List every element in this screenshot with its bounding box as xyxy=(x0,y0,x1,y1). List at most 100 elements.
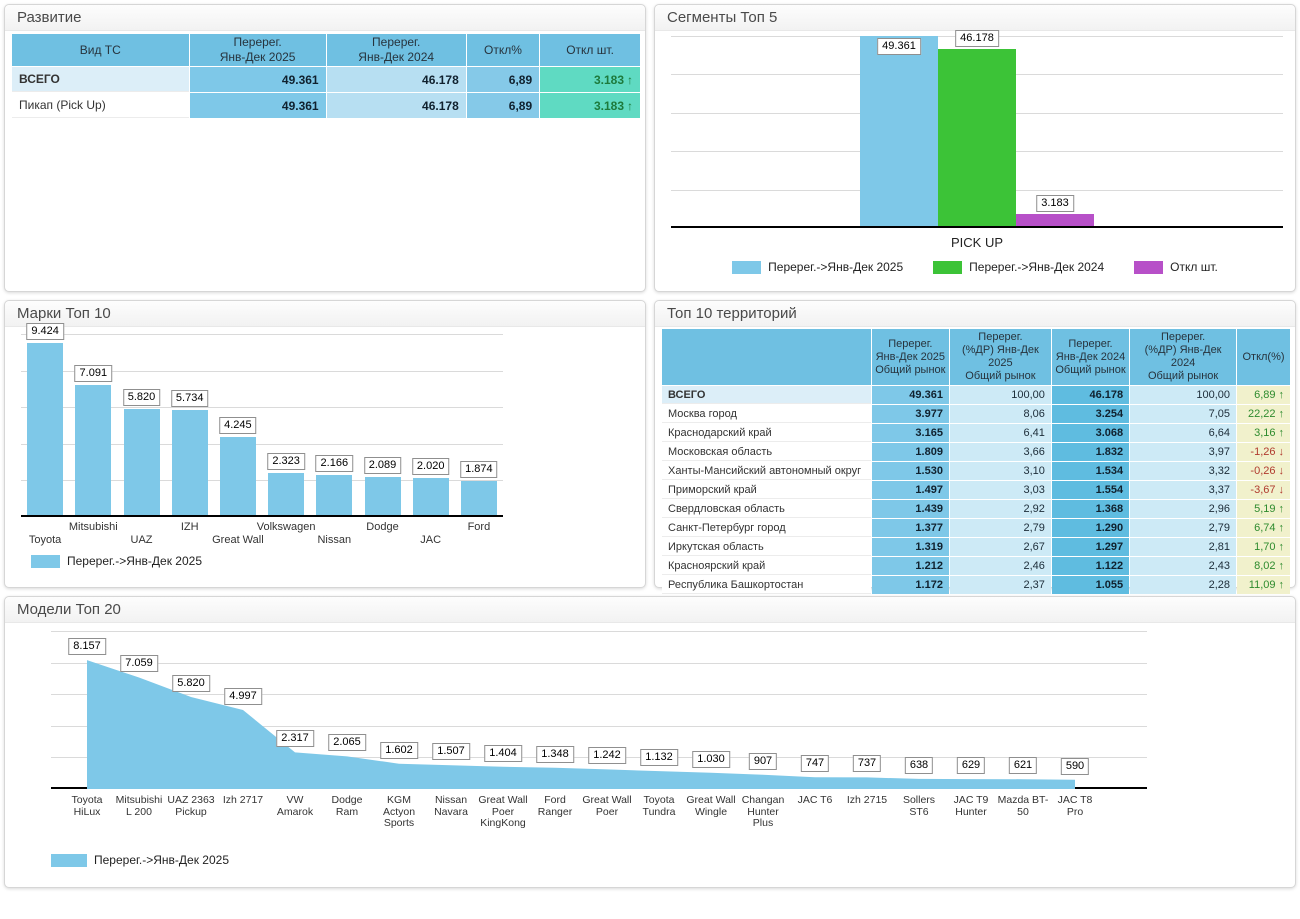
x-axis-label: JAC T6 xyxy=(789,795,841,807)
razvitie-table: Вид ТСПеререг. Янв-Дек 2025Перерег. Янв-… xyxy=(11,33,641,119)
territory-name: Иркутская область xyxy=(662,538,871,556)
data-label: 2.089 xyxy=(364,457,402,474)
arrow-down-icon: ↓ xyxy=(1279,446,1285,458)
x-axis-label: Dodge Ram xyxy=(321,795,373,818)
bar-ford[interactable] xyxy=(461,481,497,515)
territories-header-cell[interactable]: Откл(%) xyxy=(1237,329,1290,385)
legend-swatch xyxy=(933,261,962,274)
razvitie-row[interactable]: ВСЕГО49.36146.1786,893.183↑ xyxy=(12,67,640,92)
share-2024: 6,64 xyxy=(1130,424,1236,442)
share-2025: 2,46 xyxy=(950,557,1051,575)
territory-row[interactable]: Москва город3.9778,063.2547,0522,22↑ xyxy=(662,405,1290,423)
territory-row[interactable]: Санкт-Петербург город1.3772,791.2902,796… xyxy=(662,519,1290,537)
territories-header-cell[interactable] xyxy=(662,329,871,385)
panel-territories-top10: Топ 10 территорий Перерег. Янв-Дек 2025 … xyxy=(654,300,1296,588)
legend-label: Перерег.->Янв-Дек 2025 xyxy=(94,853,229,867)
arrow-up-icon: ↑ xyxy=(1279,408,1285,420)
territory-name: Москва город xyxy=(662,405,871,423)
deviation-pct: 5,19↑ xyxy=(1237,500,1290,518)
data-label: 2.020 xyxy=(412,458,450,475)
x-axis-label: VW Amarok xyxy=(269,795,321,818)
bar-2025[interactable] xyxy=(860,36,938,226)
bar-uaz[interactable] xyxy=(124,409,160,516)
deviation-units-value: 3.183 xyxy=(594,99,624,113)
territory-row[interactable]: Краснодарский край3.1656,413.0686,643,16… xyxy=(662,424,1290,442)
bar-mitsubishi[interactable] xyxy=(75,385,111,515)
deviation-pct: 22,22↑ xyxy=(1237,405,1290,423)
data-label: 3.183 xyxy=(1036,195,1074,212)
territories-header-cell[interactable]: Перерег. Янв-Дек 2024 Общий рынок xyxy=(1052,329,1129,385)
territories-header-cell[interactable]: Перерег. (%ДР) Янв-Дек 2025 Общий рынок xyxy=(950,329,1051,385)
legend-swatch xyxy=(1134,261,1163,274)
territory-row[interactable]: ВСЕГО49.361100,0046.178100,006,89↑ xyxy=(662,386,1290,404)
share-2025: 3,66 xyxy=(950,443,1051,461)
data-label: 1.602 xyxy=(380,742,418,759)
razvitie-header-cell[interactable]: Откл% xyxy=(467,34,539,66)
territory-name: Приморский край xyxy=(662,481,871,499)
bar-volkswagen[interactable] xyxy=(268,473,304,516)
deviation-pct: 6,89 xyxy=(467,67,539,92)
data-label: 621 xyxy=(1009,757,1037,774)
share-2025: 100,00 xyxy=(950,386,1051,404)
data-label: 590 xyxy=(1061,758,1089,775)
share-2024: 3,32 xyxy=(1130,462,1236,480)
value-2024: 1.832 xyxy=(1052,443,1129,461)
chart-legend: Перерег.->Янв-Дек 2025 xyxy=(31,554,202,568)
territories-header-cell[interactable]: Перерег. (%ДР) Янв-Дек 2024 Общий рынок xyxy=(1130,329,1236,385)
razvitie-header-cell[interactable]: Откл шт. xyxy=(540,34,640,66)
bar-dodge[interactable] xyxy=(365,477,401,515)
razvitie-header-cell[interactable]: Перерег. Янв-Дек 2024 xyxy=(327,34,466,66)
data-label: 2.166 xyxy=(316,455,354,472)
models-area-chart: 8.157Toyota HiLux7.059Mitsubishi L 2005.… xyxy=(5,597,1295,887)
deviation-pct-value: 1,70 xyxy=(1254,541,1275,553)
territory-row[interactable]: Приморский край1.4973,031.5543,37-3,67↓ xyxy=(662,481,1290,499)
arrow-up-icon: ↑ xyxy=(627,99,633,113)
bar-jac[interactable] xyxy=(413,478,449,515)
deviation-pct: 1,70 ↑ xyxy=(1237,538,1290,556)
territory-row[interactable]: Московская область1.8093,661.8323,97-1,2… xyxy=(662,443,1290,461)
x-axis-label: JAC T8 Pro xyxy=(1049,795,1101,818)
arrow-up-icon: ↑ xyxy=(1279,522,1285,534)
razvitie-header-cell[interactable]: Перерег. Янв-Дек 2025 xyxy=(190,34,326,66)
legend-label: Перерег.->Янв-Дек 2024 xyxy=(969,260,1104,274)
territory-row[interactable]: Красноярский край1.2122,461.1222,438,02↑ xyxy=(662,557,1290,575)
share-2025: 2,37 xyxy=(950,576,1051,594)
bar-nissan[interactable] xyxy=(316,475,352,515)
bar-2024[interactable] xyxy=(938,49,1016,226)
deviation-pct: -1,26 ↓ xyxy=(1237,443,1290,461)
data-label: 4.245 xyxy=(219,417,257,434)
territory-name: Санкт-Петербург город xyxy=(662,519,871,537)
bar-toyota[interactable] xyxy=(27,343,63,515)
territory-row[interactable]: Иркутская область1.3192,671.2972,811,70↑ xyxy=(662,538,1290,556)
territory-row[interactable]: Республика Башкортостан1.1722,371.0552,2… xyxy=(662,576,1290,594)
bar-izh[interactable] xyxy=(172,410,208,515)
marki-bar-chart: ToyotaMitsubishiUAZIZHGreat WallVolkswag… xyxy=(5,301,645,587)
arrow-up-icon: ↑ xyxy=(1279,541,1285,553)
x-axis-label: Great Wall Wingle xyxy=(685,795,737,818)
bar-otkl[interactable] xyxy=(1016,214,1094,226)
data-label: 629 xyxy=(957,757,985,774)
territories-header-cell[interactable]: Перерег. Янв-Дек 2025 Общий рынок xyxy=(872,329,949,385)
razvitie-header-cell[interactable]: Вид ТС xyxy=(12,34,189,66)
x-axis-label: Mitsubishi xyxy=(69,521,118,533)
razvitie-row[interactable]: Пикап (Pick Up)49.36146.1786,893.183↑ xyxy=(12,93,640,118)
territory-row[interactable]: Ханты-Мансийский автономный округ1.5303,… xyxy=(662,462,1290,480)
share-2025: 3,10 xyxy=(950,462,1051,480)
deviation-pct-value: -1,26 xyxy=(1250,446,1275,458)
share-2024: 7,05 xyxy=(1130,405,1236,423)
value-2024: 46.178 xyxy=(1052,386,1129,404)
deviation-pct: 6,89↑ xyxy=(1237,386,1290,404)
territory-row[interactable]: Свердловская область1.4392,921.3682,965,… xyxy=(662,500,1290,518)
value-2024: 1.554 xyxy=(1052,481,1129,499)
bar-great-wall[interactable] xyxy=(220,437,256,515)
x-axis-label: Ford xyxy=(468,521,491,533)
data-label: 1.507 xyxy=(432,743,470,760)
territory-name: Свердловская область xyxy=(662,500,871,518)
value-2025: 49.361 xyxy=(190,93,326,118)
data-label: 1.242 xyxy=(588,747,626,764)
deviation-pct: 3,16↑ xyxy=(1237,424,1290,442)
x-axis-label: KGM Actyon Sports xyxy=(373,795,425,830)
segments-plot-area: 49.36146.1783.183 xyxy=(671,36,1283,228)
share-2025: 2,79 xyxy=(950,519,1051,537)
data-label: 2.065 xyxy=(328,734,366,751)
